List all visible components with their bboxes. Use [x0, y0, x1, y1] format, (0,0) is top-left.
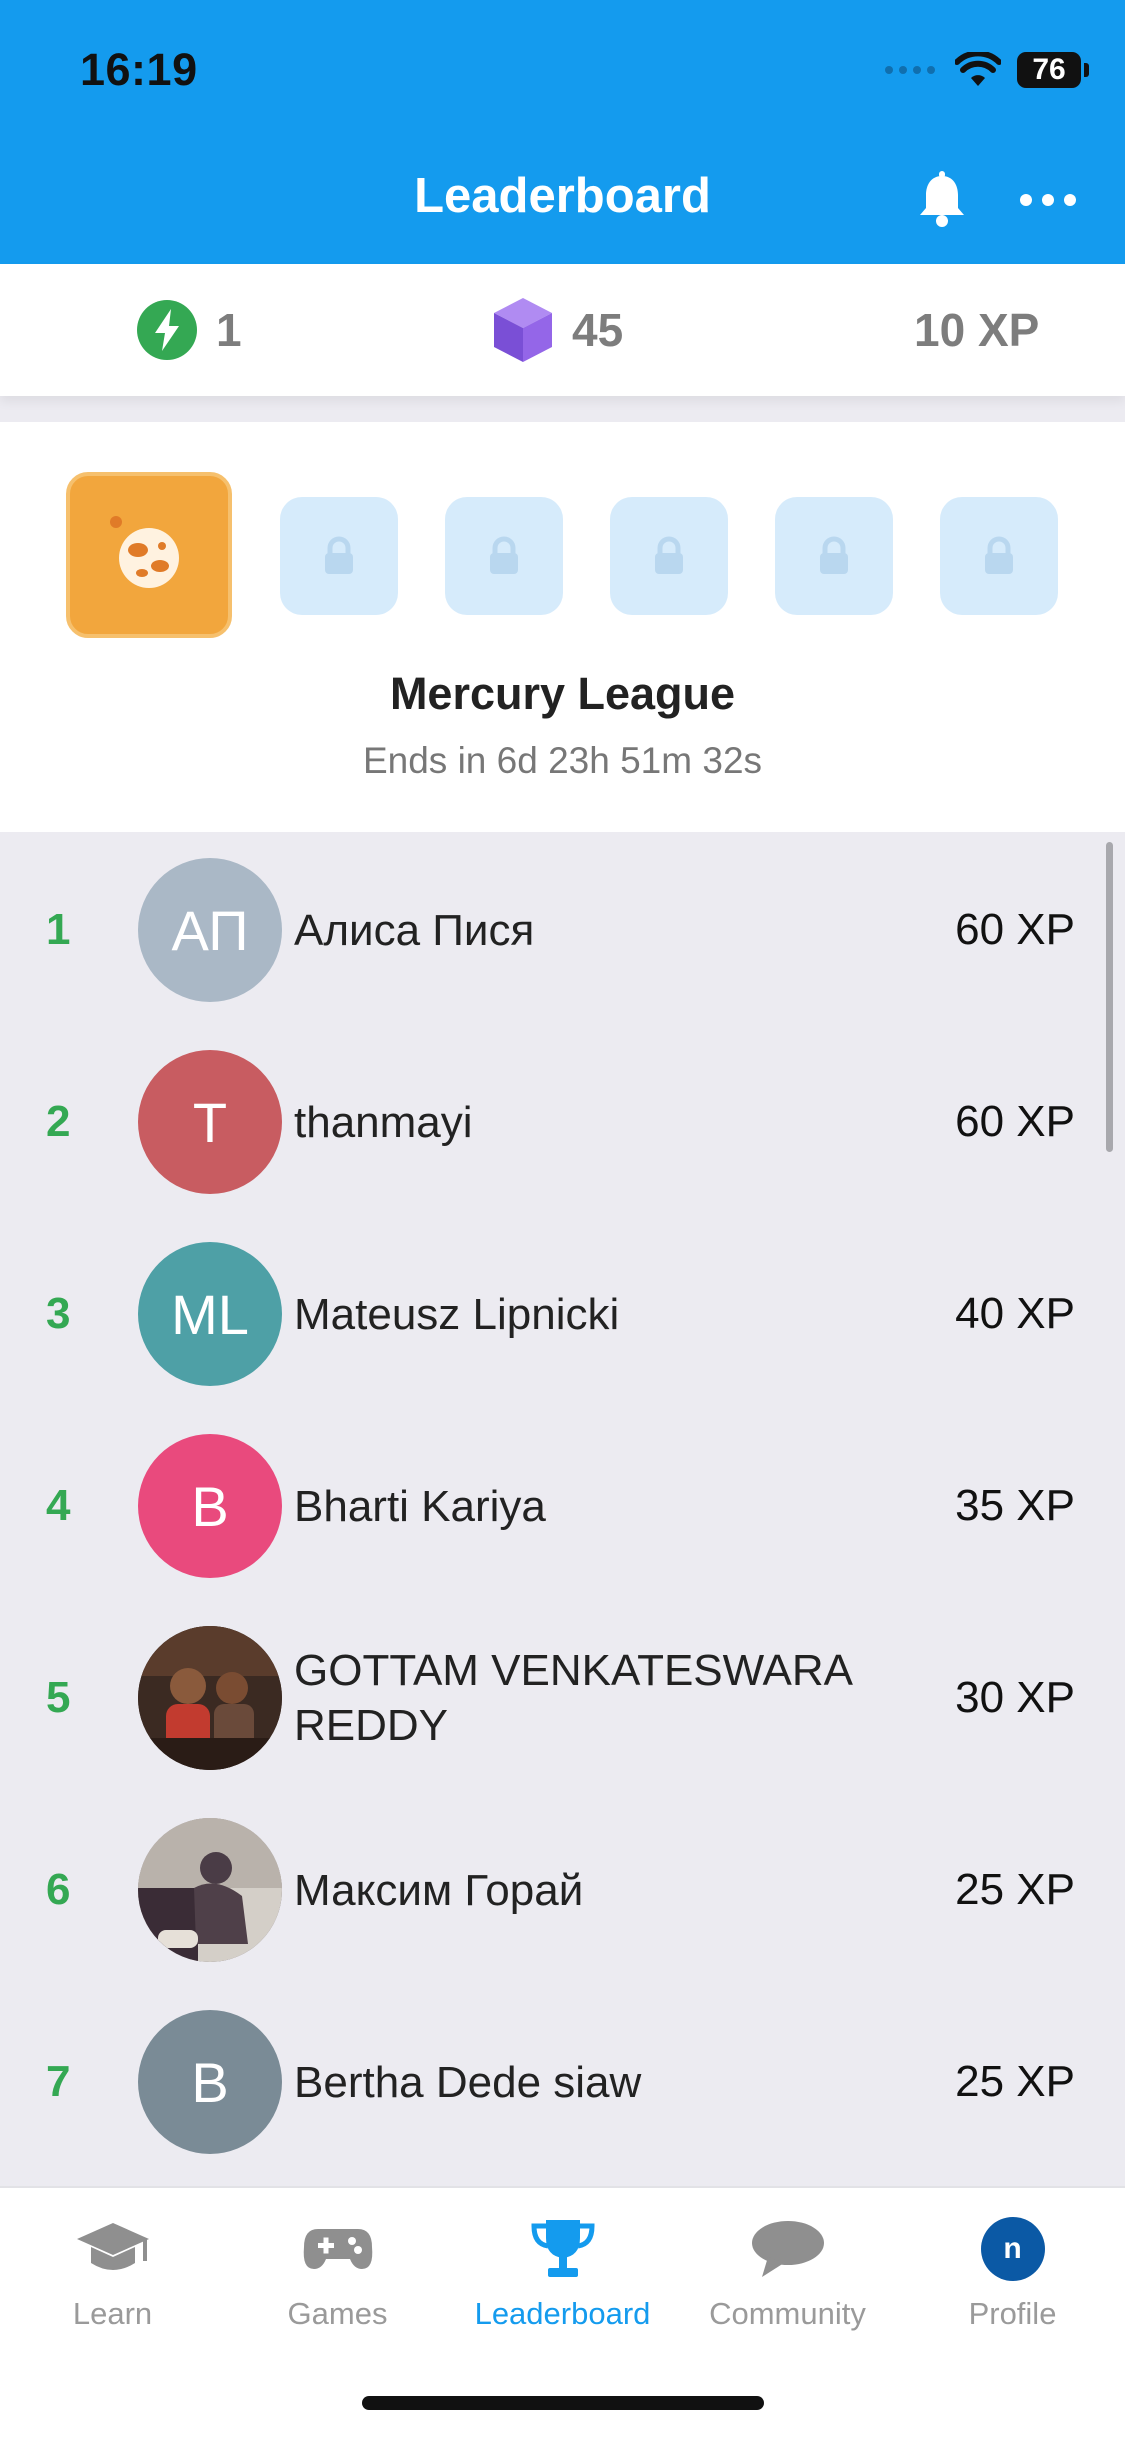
user-xp: 60 XP	[955, 1097, 1075, 1146]
league-section: Mercury League Ends in 6d 23h 51m 32s	[0, 422, 1125, 832]
trophy-icon	[523, 2216, 603, 2282]
bell-icon[interactable]	[912, 170, 972, 230]
leaderboard-row[interactable]: 4 B Bharti Kariya 35 XP	[0, 1410, 1125, 1602]
gem-cube-icon	[494, 298, 552, 362]
scrollbar[interactable]	[1106, 842, 1113, 1152]
user-name: Алиса Пися	[294, 905, 535, 955]
avatar: ML	[138, 1242, 282, 1386]
rank-number: 7	[46, 2057, 71, 2106]
user-name: thanmayi	[294, 1097, 473, 1147]
user-xp: 35 XP	[955, 1481, 1075, 1530]
locked-league-badge[interactable]	[445, 497, 563, 615]
user-name: Mateusz Lipnicki	[294, 1289, 620, 1339]
planet-icon	[110, 516, 179, 588]
signal-icon	[885, 66, 935, 74]
tab-community[interactable]: Community	[675, 2188, 900, 2348]
user-xp: 60 XP	[955, 905, 1075, 954]
wifi-icon	[955, 52, 1001, 86]
tab-label: Community	[709, 2296, 866, 2331]
locked-league-badge[interactable]	[940, 497, 1058, 615]
avatar: B	[138, 2010, 282, 2154]
avatar-photo	[138, 1818, 282, 1962]
avatar-photo	[138, 1626, 282, 1770]
avatar: B	[138, 1434, 282, 1578]
lock-icon	[490, 536, 518, 574]
league-countdown: Ends in 6d 23h 51m 32s	[362, 740, 763, 781]
home-indicator	[362, 2396, 764, 2410]
app-header: 16:19 76 Leaderboard	[0, 0, 1125, 264]
user-xp: 30 XP	[955, 1673, 1075, 1722]
lightning-icon	[137, 300, 197, 360]
user-xp: 25 XP	[955, 1865, 1075, 1914]
locked-league-badge[interactable]	[610, 497, 728, 615]
rank-number: 4	[46, 1481, 71, 1530]
status-time: 16:19	[80, 44, 198, 95]
tab-games[interactable]: Games	[225, 2188, 450, 2348]
profile-photo	[138, 1818, 282, 1962]
leaderboard-row[interactable]: 2 T thanmayi 60 XP	[0, 1026, 1125, 1218]
gems-count: 45	[572, 304, 624, 356]
rank-number: 1	[46, 905, 71, 954]
leaderboard-row[interactable]: 7 B Bertha Dede siaw 25 XP	[0, 1986, 1125, 2178]
tab-profile[interactable]: n Profile	[900, 2188, 1125, 2348]
leaderboard-row[interactable]: 5 GOTTAM VENKATESWARA REDDY 30 XP	[0, 1602, 1125, 1794]
more-options-icon[interactable]	[1016, 172, 1080, 228]
tab-leaderboard[interactable]: Leaderboard	[450, 2188, 675, 2348]
rank-number: 3	[46, 1289, 71, 1338]
tab-learn[interactable]: Learn	[0, 2188, 225, 2348]
lock-icon	[655, 536, 683, 574]
profile-photo	[138, 1626, 282, 1770]
tab-label: Games	[287, 2296, 388, 2331]
rank-number: 5	[46, 1673, 71, 1722]
xp-stat: 10 XP	[914, 264, 1039, 396]
battery-icon: 76	[1017, 52, 1089, 88]
tab-label: Leaderboard	[474, 2296, 651, 2331]
rank-number: 2	[46, 1097, 71, 1146]
locked-league-badge[interactable]	[280, 497, 398, 615]
lock-icon	[325, 536, 353, 574]
user-xp: 40 XP	[955, 1289, 1075, 1338]
leaderboard-row[interactable]: 6 Максим Горай 25 XP	[0, 1794, 1125, 1986]
user-name: GOTTAM VENKATESWARA REDDY	[294, 1646, 851, 1750]
xp-total: 10 XP	[914, 304, 1040, 356]
streak-stat[interactable]: 1	[136, 264, 242, 396]
profile-avatar-icon: n	[973, 2216, 1053, 2282]
rank-number: 6	[46, 1865, 71, 1914]
user-name: Максим Горай	[294, 1865, 584, 1915]
tab-label: Learn	[72, 2296, 153, 2331]
lock-icon	[820, 536, 848, 574]
league-badge-mercury[interactable]	[66, 472, 232, 638]
tab-label: Profile	[968, 2296, 1057, 2331]
profile-initial: n	[980, 2217, 1045, 2281]
chat-bubble-icon	[748, 2216, 828, 2282]
status-icons: 76	[885, 48, 1089, 92]
user-name: Bertha Dede siaw	[294, 2057, 642, 2107]
leaderboard-row[interactable]: 3 ML Mateusz Lipnicki 40 XP	[0, 1218, 1125, 1410]
avatar: T	[138, 1050, 282, 1194]
gems-stat[interactable]: 45	[492, 264, 623, 396]
locked-league-badge[interactable]	[775, 497, 893, 615]
streak-count: 1	[216, 304, 242, 356]
stats-bar: 1 45 10 XP	[0, 264, 1125, 396]
league-name: Mercury League	[389, 668, 736, 719]
avatar: АП	[138, 858, 282, 1002]
gamepad-icon	[298, 2216, 378, 2282]
graduation-cap-icon	[73, 2216, 153, 2282]
lock-icon	[985, 536, 1013, 574]
leaderboard-row[interactable]: 1 АП Алиса Пися 60 XP	[0, 834, 1125, 1026]
user-xp: 25 XP	[955, 2057, 1075, 2106]
user-name: Bharti Kariya	[294, 1481, 546, 1531]
